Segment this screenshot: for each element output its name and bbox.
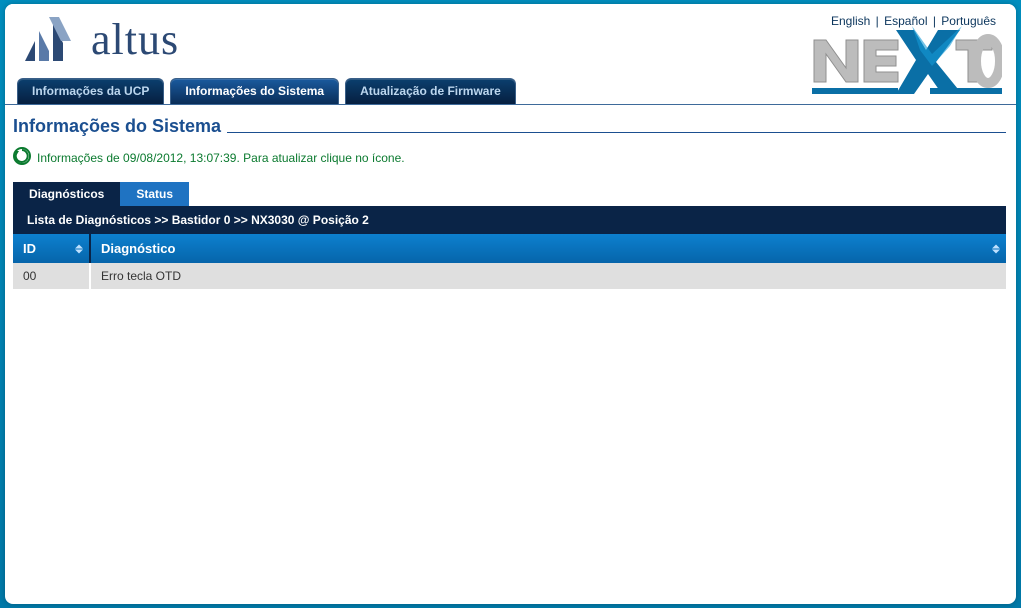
cell-diagnostic: Erro tecla OTD xyxy=(90,263,1006,289)
cell-id: 00 xyxy=(13,263,90,289)
altus-wordmark: altus xyxy=(91,14,179,65)
page-title: Informações do Sistema xyxy=(13,116,221,137)
col-diagnostic[interactable]: Diagnóstico xyxy=(90,234,1006,263)
app-frame: English | Español | Português altus xyxy=(0,0,1021,608)
tabs-underline xyxy=(5,104,1016,105)
header: English | Español | Português altus xyxy=(5,4,1016,104)
tab-ucp-info[interactable]: Informações da UCP xyxy=(17,78,164,104)
refresh-message: Informações de 09/08/2012, 13:07:39. Par… xyxy=(37,151,405,165)
refresh-icon[interactable] xyxy=(13,147,31,168)
col-id-label: ID xyxy=(23,241,36,256)
breadcrumb: Lista de Diagnósticos >> Bastidor 0 >> N… xyxy=(13,206,1006,234)
col-id[interactable]: ID xyxy=(13,234,90,263)
altus-logo: altus xyxy=(19,14,179,65)
page-title-row: Informações do Sistema xyxy=(13,116,1006,137)
content: Informações do Sistema Informações de 09… xyxy=(5,104,1016,299)
main-tabs: Informações da UCP Informações do Sistem… xyxy=(17,78,516,104)
tab-firmware-update[interactable]: Atualização de Firmware xyxy=(345,78,516,104)
col-diag-label: Diagnóstico xyxy=(101,241,175,256)
tab-system-info[interactable]: Informações do Sistema xyxy=(170,78,339,104)
diagnostics-table: ID Diagnóstico xyxy=(13,234,1006,289)
refresh-row: Informações de 09/08/2012, 13:07:39. Par… xyxy=(13,147,1006,168)
subtab-diagnostics[interactable]: Diagnósticos xyxy=(13,182,120,206)
app-card: English | Español | Português altus xyxy=(5,4,1016,604)
sub-tabs: Diagnósticos Status xyxy=(13,182,1006,206)
nexto-logo xyxy=(812,26,1002,101)
subtab-status[interactable]: Status xyxy=(120,182,189,206)
title-underline xyxy=(227,132,1006,133)
table-row[interactable]: 00 Erro tecla OTD xyxy=(13,263,1006,289)
altus-mark-icon xyxy=(19,15,73,65)
sort-icon[interactable] xyxy=(992,244,1000,253)
sort-icon[interactable] xyxy=(75,244,83,253)
